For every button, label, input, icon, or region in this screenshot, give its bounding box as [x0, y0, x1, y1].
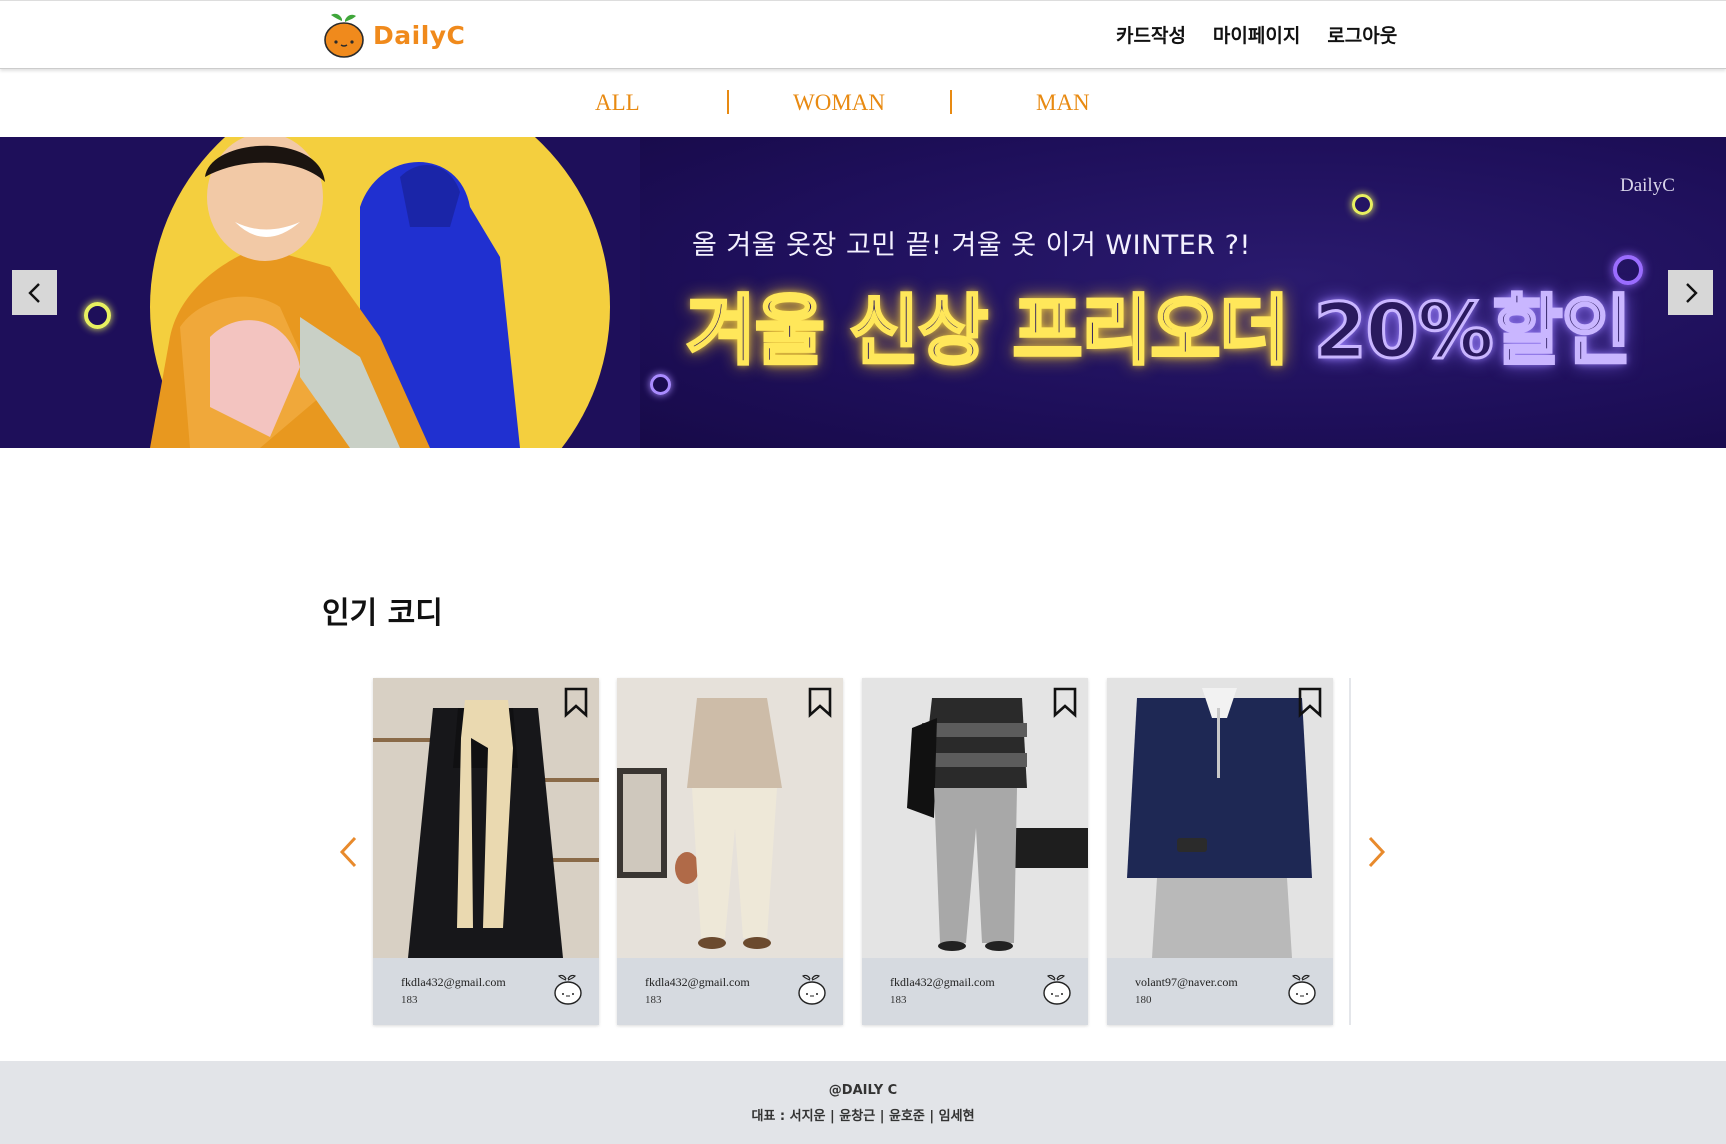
decor-ring-purple — [650, 374, 671, 395]
outfit-photo[interactable] — [862, 678, 1088, 958]
chevron-right-icon — [1685, 282, 1698, 303]
tab-woman[interactable]: WOMAN — [793, 90, 885, 116]
footer: @DAILY C 대표 : 서지운 | 윤창근 | 윤호준 | 임세현 — [0, 1061, 1726, 1144]
top-nav: 카드작성 마이페이지 로그아웃 — [1116, 21, 1424, 48]
nav-write-card[interactable]: 카드작성 — [1116, 21, 1186, 48]
tab-all[interactable]: ALL — [595, 90, 640, 116]
bookmark-icon[interactable] — [1297, 686, 1323, 718]
tangerine-mascot-icon — [554, 974, 582, 1005]
footer-brand: @DAILY C — [828, 1083, 898, 1098]
outfit-photo[interactable] — [373, 678, 599, 958]
tangerine-mascot-icon — [1043, 974, 1071, 1005]
outfit-photo[interactable] — [1107, 678, 1333, 958]
tangerine-mascot-icon — [1288, 974, 1316, 1005]
coordi-card[interactable]: fkdla432@gmail.com 183 — [617, 678, 843, 1025]
tangerine-logo-icon — [324, 13, 364, 58]
decor-ring-yellow — [1352, 194, 1373, 215]
card-author-email: volant97@naver.com — [1135, 975, 1238, 989]
footer-members: 대표 : 서지운 | 윤창근 | 윤호준 | 임세현 — [751, 1109, 975, 1124]
section-title: 인기 코디 — [322, 596, 443, 631]
tab-man[interactable]: MAN — [1036, 90, 1090, 116]
top-header: DailyC 카드작성 마이페이지 로그아웃 — [0, 0, 1726, 69]
banner-prev-button[interactable] — [12, 270, 57, 315]
carousel-next-button[interactable] — [1364, 835, 1390, 869]
logo[interactable]: DailyC — [323, 11, 465, 59]
card-author-height: 180 — [1135, 994, 1152, 1006]
coordi-card[interactable]: fkdla432@gmail.com 183 — [862, 678, 1088, 1025]
card-author-email: fkdla432@gmail.com — [401, 975, 506, 989]
card-author-email: fkdla432@gmail.com — [645, 975, 750, 989]
banner-brand: DailyC — [1620, 175, 1675, 196]
bookmark-icon[interactable] — [563, 686, 589, 718]
card-author-height: 183 — [645, 994, 662, 1006]
coordi-card[interactable]: fkdla432@gmail.com 183 — [373, 678, 599, 1025]
card-author-email: fkdla432@gmail.com — [890, 975, 995, 989]
chevron-left-icon — [27, 282, 40, 303]
carousel-prev-button[interactable] — [335, 835, 361, 869]
category-tabs: ALL WOMAN MAN — [0, 78, 1726, 136]
tab-divider — [950, 90, 952, 114]
decor-ring-yellow — [84, 302, 111, 329]
nav-mypage[interactable]: 마이페이지 — [1213, 21, 1300, 48]
banner-next-button[interactable] — [1668, 270, 1713, 315]
logo-text: DailyC — [373, 20, 466, 50]
banner-headline-discount: 20%할인 — [1312, 285, 1633, 377]
bookmark-icon[interactable] — [807, 686, 833, 718]
outfit-photo[interactable] — [617, 678, 843, 958]
tab-divider — [727, 90, 729, 114]
banner-headline: 겨울 신상 프리오더 20%할인 — [684, 269, 1633, 379]
banner-headline-main: 겨울 신상 프리오더 — [684, 285, 1290, 377]
coordi-card[interactable]: volant97@naver.com 180 — [1107, 678, 1333, 1025]
banner-subtitle: 올 겨울 옷장 고민 끝! 겨울 옷 이거 WINTER ?! — [692, 230, 1251, 261]
promo-banner: 올 겨울 옷장 고민 끝! 겨울 옷 이거 WINTER ?! 겨울 신상 프리… — [0, 137, 1726, 448]
tangerine-mascot-icon — [798, 974, 826, 1005]
nav-logout[interactable]: 로그아웃 — [1327, 21, 1397, 48]
card-author-height: 183 — [401, 994, 418, 1006]
next-card-edge — [1349, 678, 1351, 1025]
banner-model-image — [150, 137, 610, 448]
card-author-height: 183 — [890, 994, 907, 1006]
bookmark-icon[interactable] — [1052, 686, 1078, 718]
